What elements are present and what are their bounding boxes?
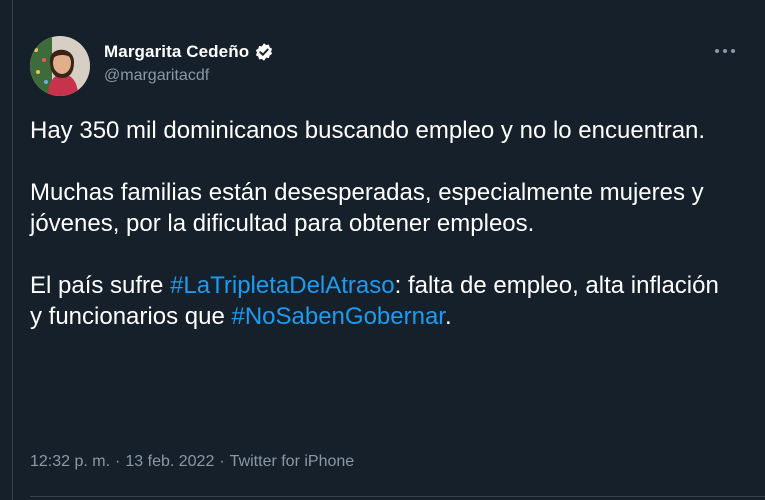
tweet-paragraph: Hay 350 mil dominicanos buscando empleo … <box>30 117 706 144</box>
tweet-paragraph: El país sufre #LaTripletaDelAtraso: falt… <box>30 270 735 332</box>
column-divider <box>12 0 13 500</box>
profile-photo-icon <box>30 36 90 96</box>
hashtag-link[interactable]: #LaTripletaDelAtraso <box>170 272 395 299</box>
tweet-paragraph: Muchas familias están desesperadas, espe… <box>30 179 704 237</box>
meta-separator: · <box>115 453 121 470</box>
author-handle[interactable]: @margaritacdf <box>104 67 209 85</box>
verified-badge-icon <box>254 42 274 62</box>
hashtag-link[interactable]: #NoSabenGobernar <box>231 303 445 330</box>
tweet-card: Margarita Cedeño @margaritacdf Hay 350 m… <box>0 0 765 500</box>
author-display-name[interactable]: Margarita Cedeño <box>104 42 249 62</box>
tweet-source[interactable]: Twitter for iPhone <box>230 453 355 471</box>
tweet-date[interactable]: 13 feb. 2022 <box>125 453 214 471</box>
tweet-text: Hay 350 mil dominicanos buscando empleo … <box>30 115 735 332</box>
avatar[interactable] <box>30 36 90 96</box>
tweet-time[interactable]: 12:32 p. m. <box>30 453 110 471</box>
author-name-row[interactable]: Margarita Cedeño <box>104 42 274 62</box>
tweet-text-segment: El país sufre <box>30 272 171 299</box>
meta-separator: · <box>219 453 225 470</box>
more-options-icon[interactable] <box>712 40 738 62</box>
divider <box>30 496 765 497</box>
tweet-text-segment: . <box>444 303 452 330</box>
tweet-metadata: 12:32 p. m. · 13 feb. 2022 · Twitter for… <box>30 453 354 471</box>
